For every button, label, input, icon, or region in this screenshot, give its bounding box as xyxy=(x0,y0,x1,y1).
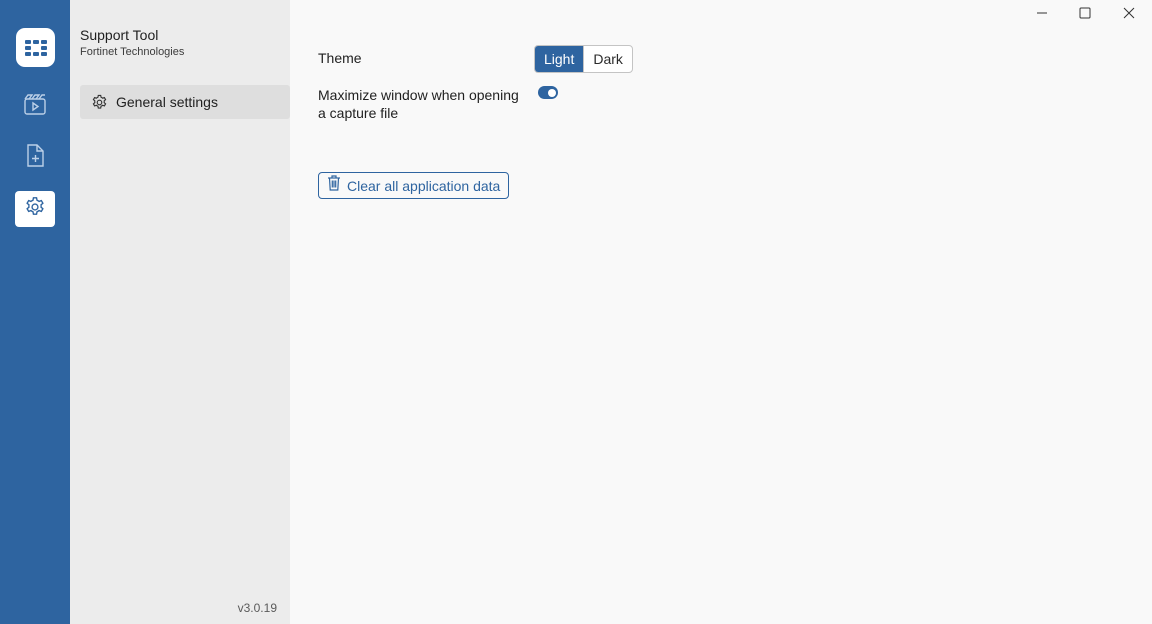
sidebar-item-general-settings[interactable]: General settings xyxy=(80,85,290,119)
minimize-button[interactable] xyxy=(1020,0,1064,30)
toggle-knob xyxy=(548,88,556,97)
app-version: v3.0.19 xyxy=(237,601,277,615)
rail-item-capture[interactable] xyxy=(15,89,55,125)
clear-app-data-label: Clear all application data xyxy=(347,177,501,194)
file-add-icon xyxy=(25,143,45,173)
theme-option-dark[interactable]: Dark xyxy=(583,46,632,72)
fortinet-logo-icon[interactable] xyxy=(16,28,55,67)
rail-item-settings[interactable] xyxy=(15,191,55,227)
close-button[interactable] xyxy=(1107,0,1151,30)
clear-app-data-button[interactable]: Clear all application data xyxy=(318,172,510,199)
settings-sidebar: Support Tool Fortinet Technologies Gener… xyxy=(70,0,290,624)
app-company: Fortinet Technologies xyxy=(80,46,185,58)
minimize-icon xyxy=(1036,6,1048,24)
app-title: Support Tool xyxy=(80,27,159,43)
theme-label: Theme xyxy=(318,50,362,66)
gear-icon xyxy=(90,93,108,111)
video-capture-icon xyxy=(23,93,47,121)
maximize-icon xyxy=(1079,6,1091,24)
trash-icon xyxy=(327,175,341,196)
maximize-button[interactable] xyxy=(1063,0,1107,30)
maximize-window-toggle[interactable] xyxy=(538,86,558,99)
theme-option-light[interactable]: Light xyxy=(535,46,584,72)
icon-rail xyxy=(0,0,70,624)
maximize-window-label: Maximize window when opening a capture f… xyxy=(318,87,519,121)
theme-segmented-control: Light Dark xyxy=(534,45,633,73)
sidebar-item-label: General settings xyxy=(116,94,218,110)
gear-icon xyxy=(24,196,46,223)
close-icon xyxy=(1123,6,1135,24)
rail-item-new-file[interactable] xyxy=(15,140,55,176)
